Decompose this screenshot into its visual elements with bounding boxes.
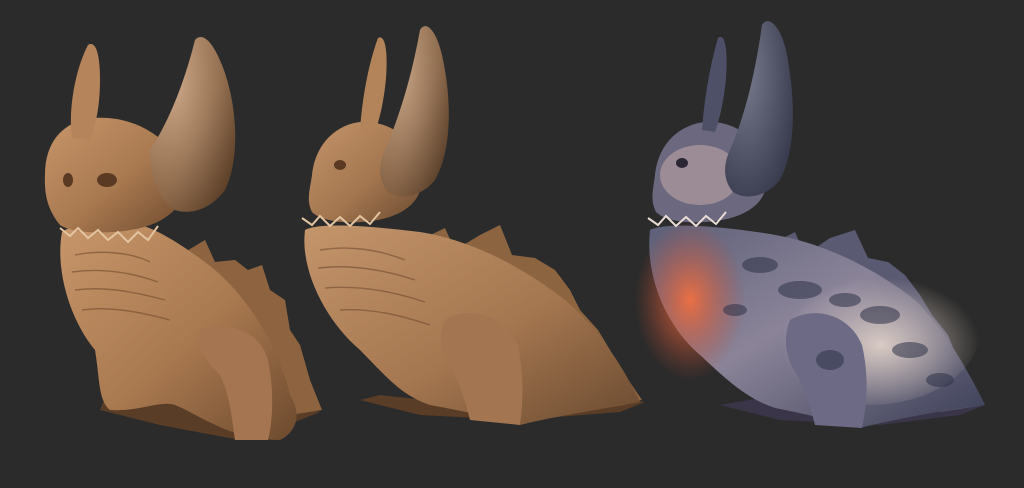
eye-left xyxy=(63,173,73,187)
render-canvas xyxy=(44,21,985,440)
eye-right xyxy=(97,173,117,187)
creature-sculpt-painted xyxy=(635,21,985,428)
chest-warm-glow xyxy=(635,220,745,380)
creature-sculpt-clay-angled xyxy=(301,26,645,425)
left-horn xyxy=(702,36,727,133)
left-horn xyxy=(360,37,387,132)
eye xyxy=(676,158,688,168)
sculpt-render-viewport xyxy=(0,0,1024,488)
eye xyxy=(334,160,346,170)
right-horn-shading xyxy=(725,21,793,197)
right-horn-shading xyxy=(380,26,449,197)
right-horn-shading xyxy=(150,37,236,212)
creature-sculpt-clay-front xyxy=(44,37,322,440)
